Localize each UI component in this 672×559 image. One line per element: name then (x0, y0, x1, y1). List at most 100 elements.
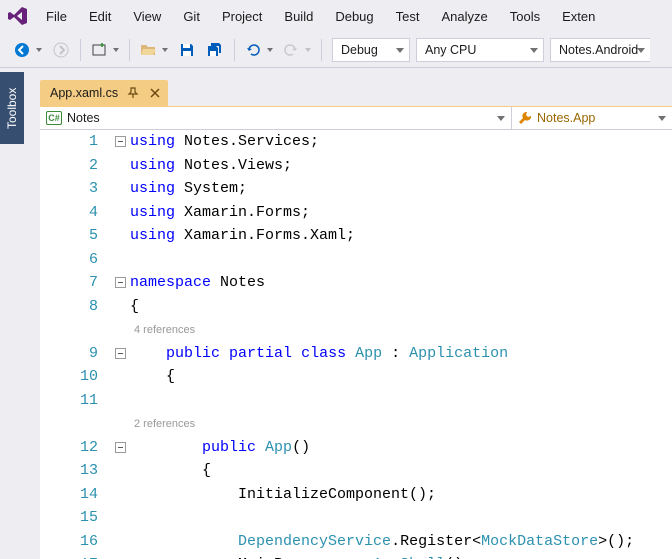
line-number: 4 (40, 204, 110, 221)
menu-git[interactable]: Git (173, 5, 210, 28)
code-line: 2 using Notes.Views; (40, 154, 672, 178)
line-number: 5 (40, 227, 110, 244)
code-text: using Xamarin.Forms; (130, 204, 310, 221)
code-line: 6 (40, 248, 672, 272)
editor-nav-bar: C# Notes Notes.App (40, 106, 672, 130)
code-line: 4 using Xamarin.Forms; (40, 201, 672, 225)
fold-toggle-icon[interactable] (115, 348, 126, 359)
menu-exten[interactable]: Exten (552, 5, 605, 28)
toolbox-panel-tab[interactable]: Toolbox (0, 72, 24, 144)
nav-forward-button[interactable] (48, 37, 74, 63)
code-line: 9 public partial class App : Application (40, 342, 672, 366)
code-text: { (130, 368, 175, 385)
code-text: InitializeComponent(); (130, 486, 436, 503)
line-number: 2 (40, 157, 110, 174)
open-file-button[interactable] (136, 37, 172, 63)
line-number: 12 (40, 439, 110, 456)
nav-project-combo[interactable]: C# Notes (40, 107, 512, 129)
code-text: public partial class App : Application (130, 345, 508, 362)
fold-gutter[interactable] (110, 348, 130, 359)
line-number: 1 (40, 133, 110, 150)
undo-button[interactable] (241, 37, 277, 63)
line-number: 16 (40, 533, 110, 550)
menu-tools[interactable]: Tools (500, 5, 550, 28)
nav-type-combo[interactable]: Notes.App (512, 107, 672, 129)
separator (321, 39, 322, 61)
combo-value: Debug (341, 43, 378, 57)
code-line: 3using System; (40, 177, 672, 201)
startup-project-combo[interactable]: Notes.Android (550, 38, 650, 62)
code-text: using Notes.Services; (130, 133, 319, 150)
code-line: 8{ (40, 295, 672, 319)
codelens-line: 4 references (40, 318, 672, 342)
separator (80, 39, 81, 61)
menu-view[interactable]: View (123, 5, 171, 28)
menu-file[interactable]: File (36, 5, 77, 28)
code-text: namespace Notes (130, 274, 265, 291)
solution-platform-combo[interactable]: Any CPU (416, 38, 544, 62)
close-icon[interactable] (148, 86, 162, 100)
codelens-text[interactable]: 2 references (130, 418, 195, 430)
line-number: 3 (40, 180, 110, 197)
wrench-icon (518, 111, 532, 125)
code-line: 16 DependencyService.Register<MockDataSt… (40, 530, 672, 554)
line-number: 13 (40, 462, 110, 479)
line-number: 7 (40, 274, 110, 291)
document-tab-active[interactable]: App.xaml.cs (40, 80, 168, 106)
separator (129, 39, 130, 61)
code-line: 7 namespace Notes (40, 271, 672, 295)
fold-gutter[interactable] (110, 442, 130, 453)
toolbar: Debug Any CPU Notes.Android (0, 32, 672, 68)
new-project-button[interactable] (87, 37, 123, 63)
menu-debug[interactable]: Debug (325, 5, 383, 28)
code-text: using Notes.Views; (130, 157, 292, 174)
fold-toggle-icon[interactable] (115, 442, 126, 453)
nav-type-label: Notes.App (537, 111, 595, 125)
code-editor[interactable]: 1 using Notes.Services; 2 using Notes.Views… (40, 130, 672, 559)
save-all-button[interactable] (202, 37, 228, 63)
menu-edit[interactable]: Edit (79, 5, 121, 28)
code-text: { (130, 462, 211, 479)
fold-gutter[interactable] (110, 136, 130, 147)
code-line: 10 { (40, 365, 672, 389)
menu-project[interactable]: Project (212, 5, 272, 28)
fold-toggle-icon[interactable] (115, 136, 126, 147)
menu-analyze[interactable]: Analyze (431, 5, 497, 28)
toolbox-label: Toolbox (5, 87, 19, 128)
line-number: 9 (40, 345, 110, 362)
nav-back-button[interactable] (10, 37, 46, 63)
save-button[interactable] (174, 37, 200, 63)
line-number: 11 (40, 392, 110, 409)
code-line: 17 MainPage = new AppShell(); (40, 553, 672, 559)
redo-button[interactable] (279, 37, 315, 63)
menu-test[interactable]: Test (386, 5, 430, 28)
code-line: 15 (40, 506, 672, 530)
fold-gutter[interactable] (110, 277, 130, 288)
line-number: 15 (40, 509, 110, 526)
fold-toggle-icon[interactable] (115, 277, 126, 288)
code-line: 5using Xamarin.Forms.Xaml; (40, 224, 672, 248)
code-text: { (130, 298, 139, 315)
solution-configuration-combo[interactable]: Debug (332, 38, 410, 62)
vs-logo-icon (6, 4, 30, 28)
code-line: 1 using Notes.Services; (40, 130, 672, 154)
menu-items: FileEditViewGitProjectBuildDebugTestAnal… (36, 5, 605, 28)
line-number: 8 (40, 298, 110, 315)
combo-value: Notes.Android (559, 43, 638, 57)
pin-icon[interactable] (126, 86, 140, 100)
tab-filename: App.xaml.cs (50, 86, 118, 100)
line-number: 14 (40, 486, 110, 503)
csharp-file-icon: C# (46, 111, 62, 125)
menu-build[interactable]: Build (274, 5, 323, 28)
nav-project-label: Notes (67, 111, 100, 125)
code-line: 12 public App() (40, 436, 672, 460)
line-number: 6 (40, 251, 110, 268)
separator (234, 39, 235, 61)
line-number: 10 (40, 368, 110, 385)
codelens-line: 2 references (40, 412, 672, 436)
combo-value: Any CPU (425, 43, 476, 57)
code-text: public App() (130, 439, 310, 456)
codelens-text[interactable]: 4 references (130, 324, 195, 336)
code-line: 13 { (40, 459, 672, 483)
code-line: 14 InitializeComponent(); (40, 483, 672, 507)
